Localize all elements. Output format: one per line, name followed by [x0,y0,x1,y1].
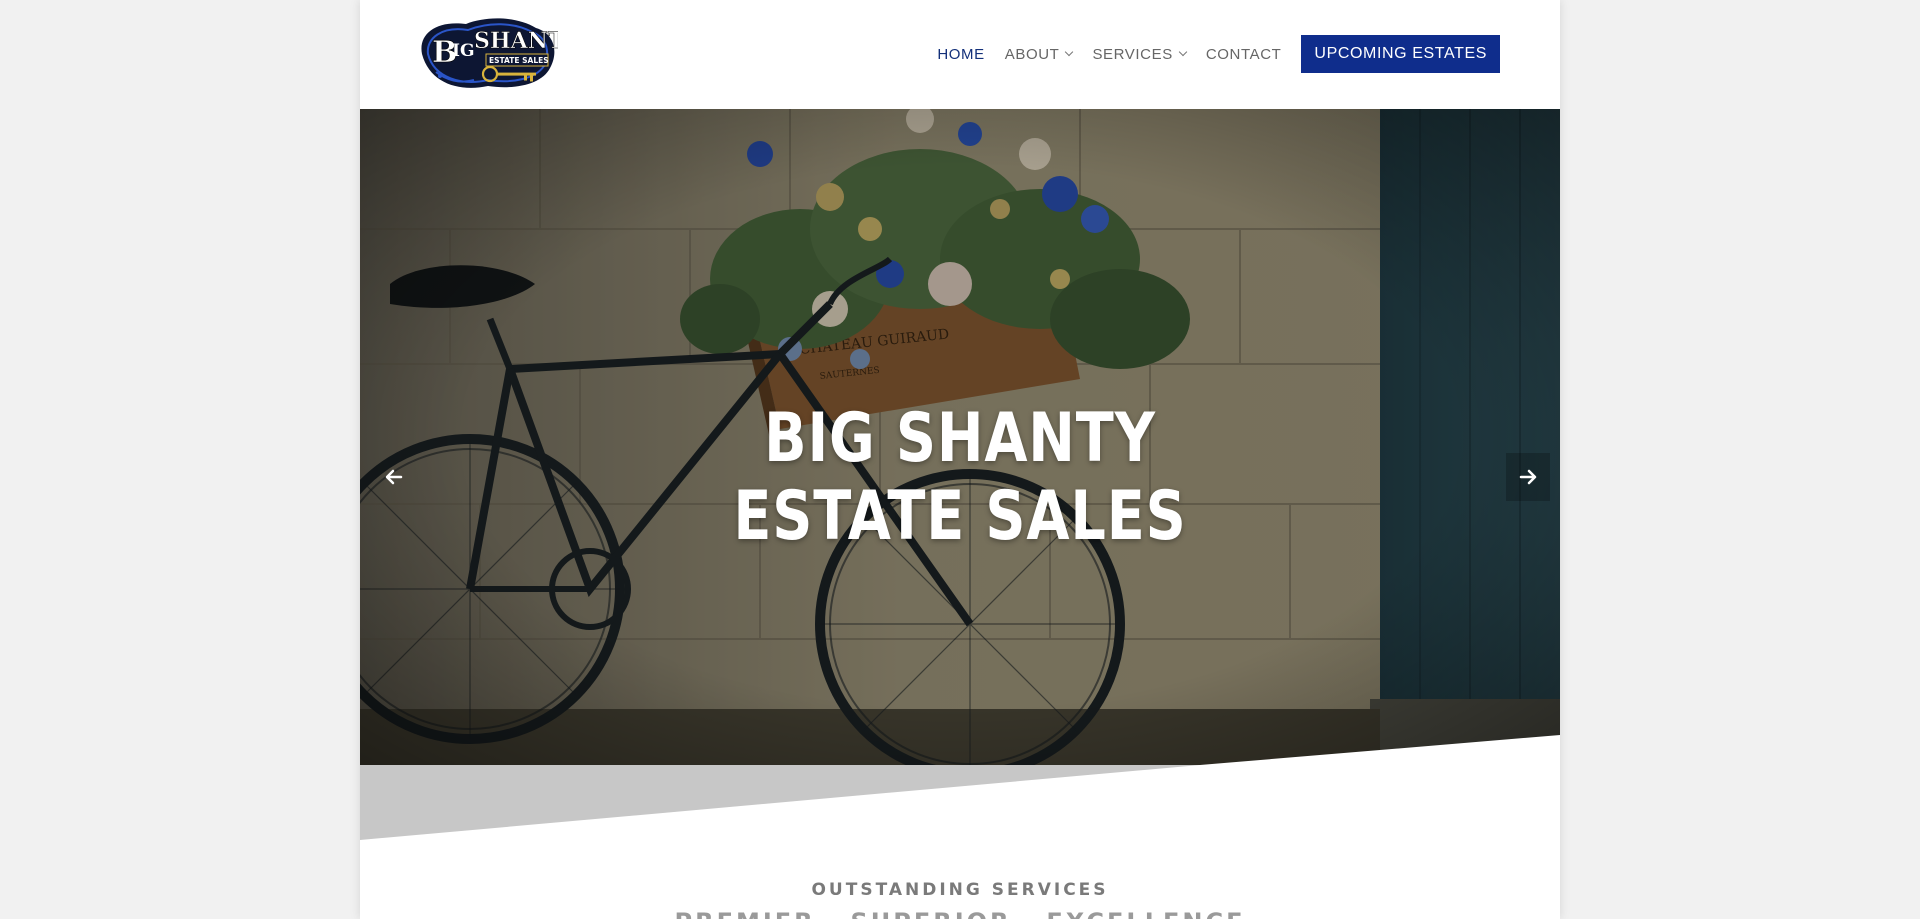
main-nav: HOME ABOUT SERVICES CONTACT UPCOMING EST… [917,35,1500,73]
slider-next-button[interactable] [1506,453,1550,501]
hero-title-line-1: BIG SHANTY [764,399,1156,478]
nav-services-label: SERVICES [1092,45,1173,63]
nav-services[interactable]: SERVICES [1092,45,1188,63]
upcoming-estates-label: UPCOMING ESTATES [1314,45,1487,62]
nav-about-label: ABOUT [1004,45,1060,63]
nav-about[interactable]: ABOUT [1004,45,1074,63]
nav-home[interactable]: HOME [937,46,984,63]
chevron-down-icon [1065,47,1074,57]
svg-text:IG: IG [452,41,474,61]
nav-contact-label: CONTACT [1205,45,1282,63]
svg-text:ESTATE SALES: ESTATE SALES [489,56,549,65]
nav-contact[interactable]: CONTACT [1206,46,1282,63]
hero-slider: CHATEAU GUIRAUD SAUTERNES [360,109,1560,765]
arrow-right-icon [1519,469,1537,485]
site-logo[interactable]: B IG SHANTY ESTATE SALES [416,14,558,92]
page-container: B IG SHANTY ESTATE SALES HOME ABOUT SERV… [360,0,1560,919]
slider-prev-button[interactable] [372,453,416,501]
hero-title: BIG SHANTY ESTATE SALES [468,400,1452,556]
svg-text:SHANTY: SHANTY [474,28,558,54]
hero-title-line-2: ESTATE SALES [733,477,1187,556]
section-divider [360,735,1560,844]
nav-home-label: HOME [937,45,985,63]
arrow-left-icon [385,469,403,485]
upcoming-estates-button[interactable]: UPCOMING ESTATES [1301,35,1500,73]
chevron-down-icon [1178,47,1188,57]
section-headline: PREMIER · SUPERIOR · EXCELLENCE [360,908,1560,919]
site-header: B IG SHANTY ESTATE SALES HOME ABOUT SERV… [360,0,1560,109]
section-eyebrow: OUTSTANDING SERVICES [811,880,1109,900]
